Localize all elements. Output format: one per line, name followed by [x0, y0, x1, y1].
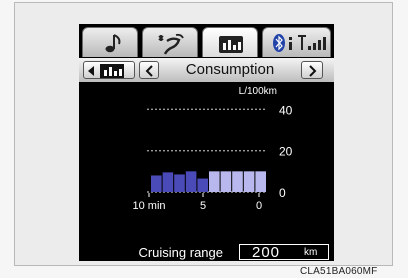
back-bar-chart-icon — [88, 64, 124, 78]
chevron-left-icon — [145, 65, 153, 77]
back-button[interactable] — [83, 61, 135, 79]
consumption-bar-past — [151, 175, 162, 192]
x-tick-label: 5 — [200, 200, 206, 212]
bar-chart-icon — [219, 36, 243, 53]
cruising-range-value: 200 — [252, 244, 281, 261]
consumption-bar-current — [209, 171, 220, 192]
chevron-right-icon — [309, 65, 317, 77]
bluetooth-signal-icon — [273, 34, 326, 52]
cruising-range-row: Cruising range 200 km — [79, 244, 334, 261]
consumption-bar-past — [174, 174, 185, 192]
music-note-icon — [105, 34, 121, 53]
display-screen: Consumption L/100km 020406010 min50 Crui… — [79, 24, 334, 261]
tab-trip-info[interactable] — [202, 27, 258, 57]
tab-eco[interactable] — [142, 27, 198, 57]
screen-header: Consumption — [79, 58, 334, 82]
consumption-bar-current — [220, 171, 232, 192]
cruising-range-value-box: 200 km — [239, 244, 329, 261]
x-tick-label: 0 — [256, 200, 262, 212]
y-tick-label: 20 — [279, 145, 293, 159]
consumption-bar-past — [185, 171, 197, 192]
x-tick-label: 10 min — [132, 200, 165, 212]
consumption-bar-past — [197, 178, 208, 192]
consumption-chart: 020406010 min50 — [132, 103, 293, 212]
consumption-bar-current — [243, 171, 255, 192]
eco-driving-icon — [158, 33, 184, 55]
cruising-range-unit: km — [304, 247, 318, 258]
consumption-bar-current — [232, 171, 243, 192]
prev-button[interactable] — [139, 61, 159, 79]
next-button[interactable] — [301, 61, 323, 79]
consumption-bar-past — [162, 172, 174, 192]
page-title: Consumption — [185, 61, 275, 78]
tab-phone[interactable] — [262, 27, 331, 57]
y-tick-label: 0 — [279, 186, 286, 200]
consumption-bar-current — [255, 171, 266, 192]
tab-bar — [79, 24, 334, 58]
image-caption: CLA51BA060MF — [300, 266, 378, 277]
tab-audio[interactable] — [82, 27, 138, 57]
y-tick-label: 40 — [279, 103, 293, 117]
cruising-range-label: Cruising range — [138, 245, 223, 260]
